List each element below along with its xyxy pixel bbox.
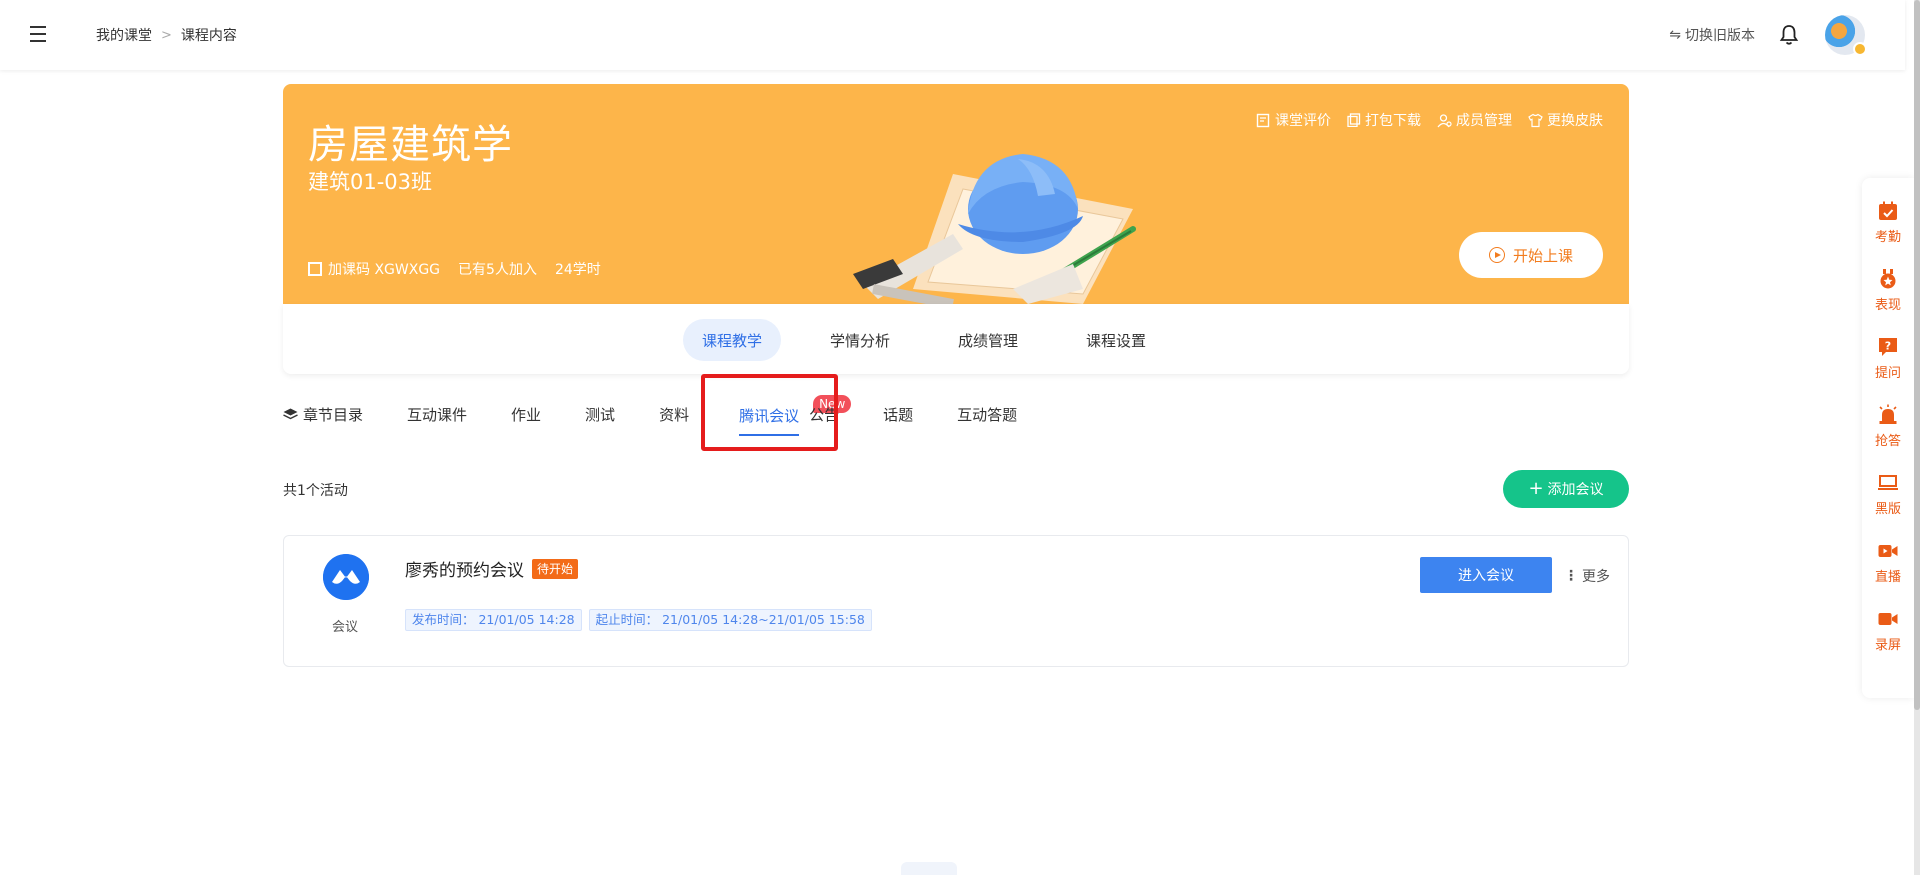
breadcrumb: 我的课堂 > 课程内容 <box>96 25 237 45</box>
change-skin-button[interactable]: 更换皮肤 <box>1528 110 1603 130</box>
rail-screen-record[interactable]: 录屏 <box>1862 608 1914 653</box>
avatar-badge-icon <box>1853 42 1867 56</box>
rail-question[interactable]: ? 提问 <box>1862 336 1914 381</box>
play-circle-icon <box>1488 247 1505 263</box>
member-management-label: 成员管理 <box>1456 113 1512 129</box>
buzzer-icon <box>1879 404 1897 424</box>
swap-icon: ⇋ <box>1669 27 1681 43</box>
publish-time-tag: 发布时间： 21/01/05 14:28 <box>405 609 582 631</box>
more-vertical-icon: ⋮ <box>1564 568 1578 584</box>
rail-blackboard[interactable]: 黑版 <box>1862 472 1914 517</box>
calendar-check-icon <box>1879 201 1897 220</box>
subtab-homework[interactable]: 作业 <box>511 404 541 425</box>
edit-note-icon <box>1256 113 1270 127</box>
chevron-right-icon: > <box>161 27 172 43</box>
plus-icon: + <box>1528 478 1544 499</box>
page-scrollbar[interactable] <box>1914 0 1920 875</box>
subtab-test[interactable]: 测试 <box>585 404 615 425</box>
record-camera-icon <box>1878 613 1898 625</box>
course-class-name: 建筑01-03班 <box>308 170 433 194</box>
shirt-icon <box>1528 113 1543 127</box>
package-download-button[interactable]: 打包下载 <box>1347 110 1421 130</box>
subtab-interactive-courseware[interactable]: 互动课件 <box>407 404 467 425</box>
sub-tab-bar: 章节目录 互动课件 作业 测试 资料 腾讯会议 New 公告 话题 互动答题 <box>283 395 1061 436</box>
join-code-text: 加课码 XGWXGG <box>328 262 441 278</box>
course-hours: 24学时 <box>554 262 601 278</box>
member-management-button[interactable]: 成员管理 <box>1437 110 1512 130</box>
start-class-button[interactable]: 开始上课 <box>1459 232 1603 278</box>
course-meta: 加课码 XGWXGG 已有5人加入 24学时 <box>308 259 601 279</box>
layers-icon <box>283 408 298 419</box>
add-meeting-button[interactable]: + 添加会议 <box>1503 470 1629 508</box>
qr-code-icon <box>308 262 322 276</box>
subtab-chapter-directory-label: 章节目录 <box>303 405 364 424</box>
medal-icon <box>1880 269 1896 289</box>
tab-grade-management[interactable]: 成绩管理 <box>939 319 1037 361</box>
switch-version-link[interactable]: ⇋ 切换旧版本 <box>1669 25 1755 45</box>
period-tag: 起止时间： 21/01/05 14:28~21/01/05 15:58 <box>588 609 872 631</box>
highlight-box <box>701 374 838 451</box>
package-download-label: 打包下载 <box>1365 113 1421 129</box>
subtab-topic[interactable]: 话题 <box>883 404 913 425</box>
meeting-type-label: 会议 <box>332 620 359 635</box>
enter-meeting-button[interactable]: 进入会议 <box>1420 557 1552 593</box>
class-review-button[interactable]: 课堂评价 <box>1256 110 1331 130</box>
rail-attendance-label: 考勤 <box>1874 230 1901 245</box>
main-tab-bar: 课程教学 学情分析 成绩管理 课程设置 <box>283 304 1629 374</box>
scrollbar-thumb[interactable] <box>1914 0 1920 710</box>
banner-actions: 课堂评价 打包下载 成员管理 更换皮肤 <box>1256 110 1603 130</box>
course-banner: 房屋建筑学 建筑01-03班 加课码 XGWXGG 已有5人加入 24学时 课堂… <box>283 84 1629 304</box>
right-tool-rail: 考勤 表现 ? 提问 抢答 黑版 直播 录屏 <box>1862 178 1914 698</box>
svg-text:?: ? <box>1885 340 1891 353</box>
video-camera-icon <box>1878 545 1898 557</box>
user-icon <box>1437 113 1452 127</box>
join-code[interactable]: 加课码 XGWXGG <box>308 259 440 279</box>
tencent-meeting-logo-icon <box>323 554 369 600</box>
rail-question-label: 提问 <box>1874 366 1901 381</box>
add-meeting-label: 添加会议 <box>1547 482 1604 498</box>
breadcrumb-course-content: 课程内容 <box>180 28 237 44</box>
meeting-title[interactable]: 廖秀的预约会议 <box>405 556 524 581</box>
rail-quick-answer-label: 抢答 <box>1874 434 1901 449</box>
member-count: 已有5人加入 <box>458 262 537 278</box>
class-review-label: 课堂评价 <box>1275 113 1331 129</box>
subtab-interactive-quiz[interactable]: 互动答题 <box>957 404 1017 425</box>
meeting-card[interactable]: 会议 廖秀的预约会议 待开始 发布时间： 21/01/05 14:28 起止时间… <box>283 535 1629 667</box>
activity-count: 共1个活动 <box>283 483 348 499</box>
top-bar: 我的课堂 > 课程内容 ⇋ 切换旧版本 <box>0 0 1905 70</box>
hardhat-illustration <box>853 154 1136 304</box>
subtab-chapter-directory[interactable]: 章节目录 <box>283 404 363 425</box>
rail-performance[interactable]: 表现 <box>1862 268 1914 313</box>
question-bubble-icon: ? <box>1879 338 1897 356</box>
start-class-label: 开始上课 <box>1512 246 1573 265</box>
hamburger-menu-icon[interactable] <box>30 26 52 44</box>
more-menu-button[interactable]: ⋮ 更多 <box>1564 566 1610 586</box>
rail-screen-record-label: 录屏 <box>1874 638 1901 653</box>
tab-course-settings[interactable]: 课程设置 <box>1067 319 1165 361</box>
change-skin-label: 更换皮肤 <box>1547 113 1603 129</box>
switch-version-label: 切换旧版本 <box>1685 28 1755 44</box>
bell-icon[interactable] <box>1779 24 1799 46</box>
rail-quick-answer[interactable]: 抢答 <box>1862 404 1914 449</box>
avatar[interactable] <box>1825 15 1867 56</box>
more-label: 更多 <box>1582 569 1610 585</box>
rail-live[interactable]: 直播 <box>1862 540 1914 585</box>
tab-learning-analysis[interactable]: 学情分析 <box>811 319 909 361</box>
rail-live-label: 直播 <box>1874 570 1901 585</box>
blackboard-icon <box>1878 475 1898 490</box>
breadcrumb-my-classroom[interactable]: 我的课堂 <box>96 25 152 45</box>
rail-attendance[interactable]: 考勤 <box>1862 200 1914 245</box>
subtab-materials[interactable]: 资料 <box>659 404 689 425</box>
course-title: 房屋建筑学 <box>308 122 513 168</box>
copy-icon <box>1347 113 1361 127</box>
status-badge: 待开始 <box>532 558 579 579</box>
rail-performance-label: 表现 <box>1874 298 1901 313</box>
bottom-floating-tab[interactable] <box>901 862 957 875</box>
tab-course-teaching[interactable]: 课程教学 <box>683 319 782 361</box>
rail-blackboard-label: 黑版 <box>1874 502 1901 517</box>
